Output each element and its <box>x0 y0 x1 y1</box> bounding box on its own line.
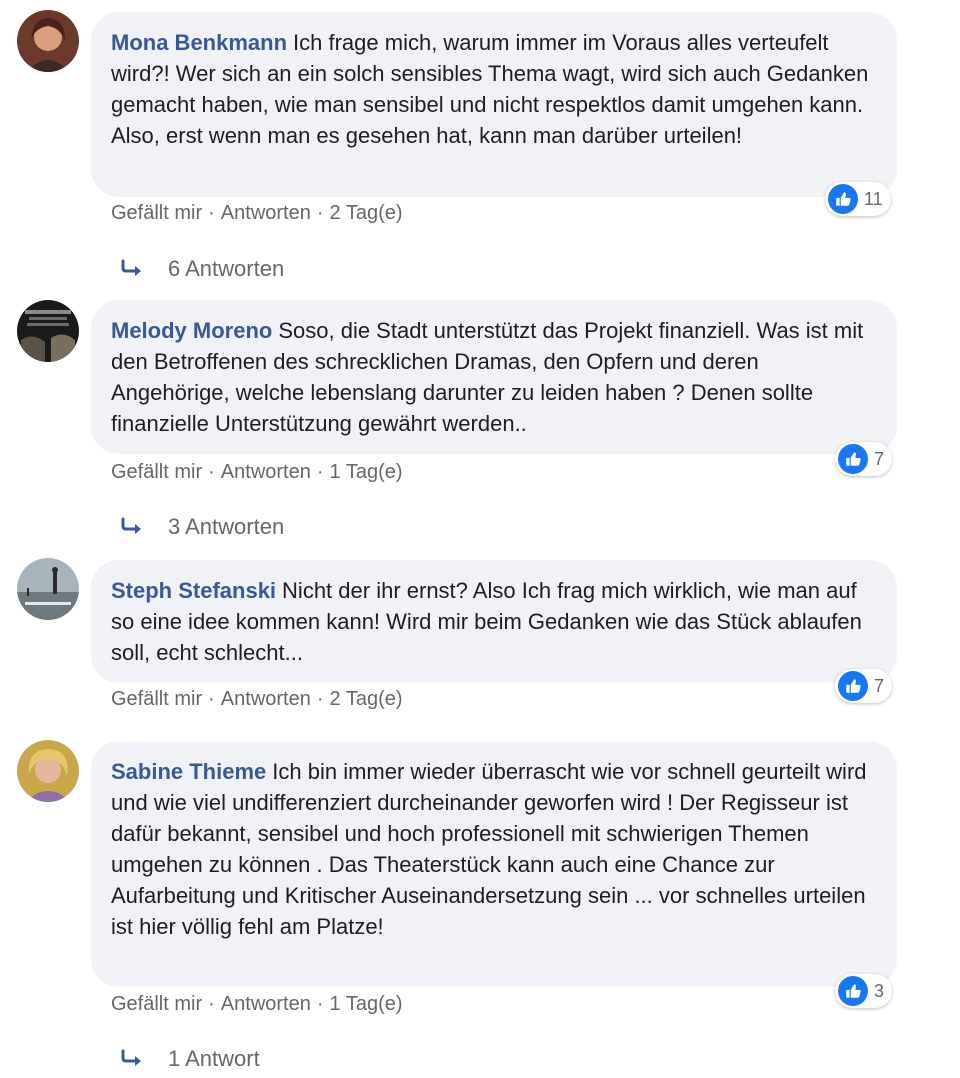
separator: · <box>316 461 324 483</box>
like-link[interactable]: Gefällt mir <box>111 993 202 1015</box>
avatar[interactable] <box>17 10 79 72</box>
timestamp[interactable]: 2 Tag(e) <box>330 202 403 224</box>
reply-arrow-icon <box>121 517 141 534</box>
comment-actions: Gefällt mir · Antworten · 1 Tag(e) <box>111 993 403 1016</box>
separator: · <box>316 688 324 710</box>
separator: · <box>208 461 215 483</box>
avatar[interactable] <box>17 558 79 620</box>
like-icon <box>828 184 858 214</box>
reaction-badge[interactable]: 7 <box>835 669 893 703</box>
like-link[interactable]: Gefällt mir <box>111 688 202 710</box>
author-name[interactable]: Sabine Thieme <box>111 759 266 784</box>
timestamp[interactable]: 1 Tag(e) <box>330 993 403 1015</box>
replies-count: 6 Antworten <box>168 256 285 281</box>
reaction-badge[interactable]: 7 <box>835 442 893 476</box>
avatar-image <box>17 558 79 620</box>
timestamp[interactable]: 2 Tag(e) <box>330 688 403 710</box>
timestamp[interactable]: 1 Tag(e) <box>330 461 403 483</box>
separator: · <box>208 202 215 224</box>
like-icon <box>838 444 868 474</box>
author-name[interactable]: Mona Benkmann <box>111 30 287 55</box>
reaction-count: 11 <box>864 188 883 209</box>
reaction-count: 7 <box>874 448 885 469</box>
reaction-count: 3 <box>874 980 885 1001</box>
reply-arrow-icon <box>121 1049 141 1066</box>
avatar-image <box>17 300 79 362</box>
like-icon <box>838 976 868 1006</box>
reply-link[interactable]: Antworten <box>221 202 311 224</box>
comment-actions: Gefällt mir · Antworten · 2 Tag(e) <box>111 202 403 225</box>
separator: · <box>208 688 215 710</box>
reply-link[interactable]: Antworten <box>221 688 311 710</box>
comment-actions: Gefällt mir · Antworten · 1 Tag(e) <box>111 461 403 484</box>
like-icon <box>838 671 868 701</box>
separator: · <box>316 202 324 224</box>
comment-text: Ich bin immer wieder überrascht wie vor … <box>111 759 867 939</box>
reply-link[interactable]: Antworten <box>221 461 311 483</box>
like-link[interactable]: Gefällt mir <box>111 461 202 483</box>
comment-bubble: Mona Benkmann Ich frage mich, warum immer… <box>91 12 897 197</box>
author-name[interactable]: Steph Stefanski <box>111 578 276 603</box>
reply-link[interactable]: Antworten <box>221 993 311 1015</box>
replies-count: 3 Antworten <box>168 514 285 539</box>
comment-bubble: Steph Stefanski Nicht der ihr ernst? Also… <box>91 560 897 683</box>
comment-bubble: Sabine Thieme Ich bin immer wieder überra… <box>91 741 897 987</box>
author-name[interactable]: Melody Moreno <box>111 318 272 343</box>
reaction-count: 7 <box>874 675 885 696</box>
avatar-image <box>17 740 79 802</box>
avatar[interactable] <box>17 300 79 362</box>
view-replies-button[interactable]: 3 Antworten <box>120 514 284 540</box>
reaction-badge[interactable]: 3 <box>835 974 893 1008</box>
comment-actions: Gefällt mir · Antworten · 2 Tag(e) <box>111 688 403 711</box>
avatar[interactable] <box>17 740 79 802</box>
comment-bubble: Melody Moreno Soso, die Stadt unterstützt… <box>91 300 897 454</box>
replies-count: 1 Antwort <box>168 1046 260 1071</box>
view-replies-button[interactable]: 1 Antwort <box>120 1046 260 1072</box>
separator: · <box>208 993 215 1015</box>
reaction-badge[interactable]: 11 <box>825 182 891 216</box>
reply-arrow-icon <box>121 259 141 276</box>
avatar-image <box>17 10 79 72</box>
like-link[interactable]: Gefällt mir <box>111 202 202 224</box>
separator: · <box>316 993 324 1015</box>
view-replies-button[interactable]: 6 Antworten <box>120 256 284 282</box>
